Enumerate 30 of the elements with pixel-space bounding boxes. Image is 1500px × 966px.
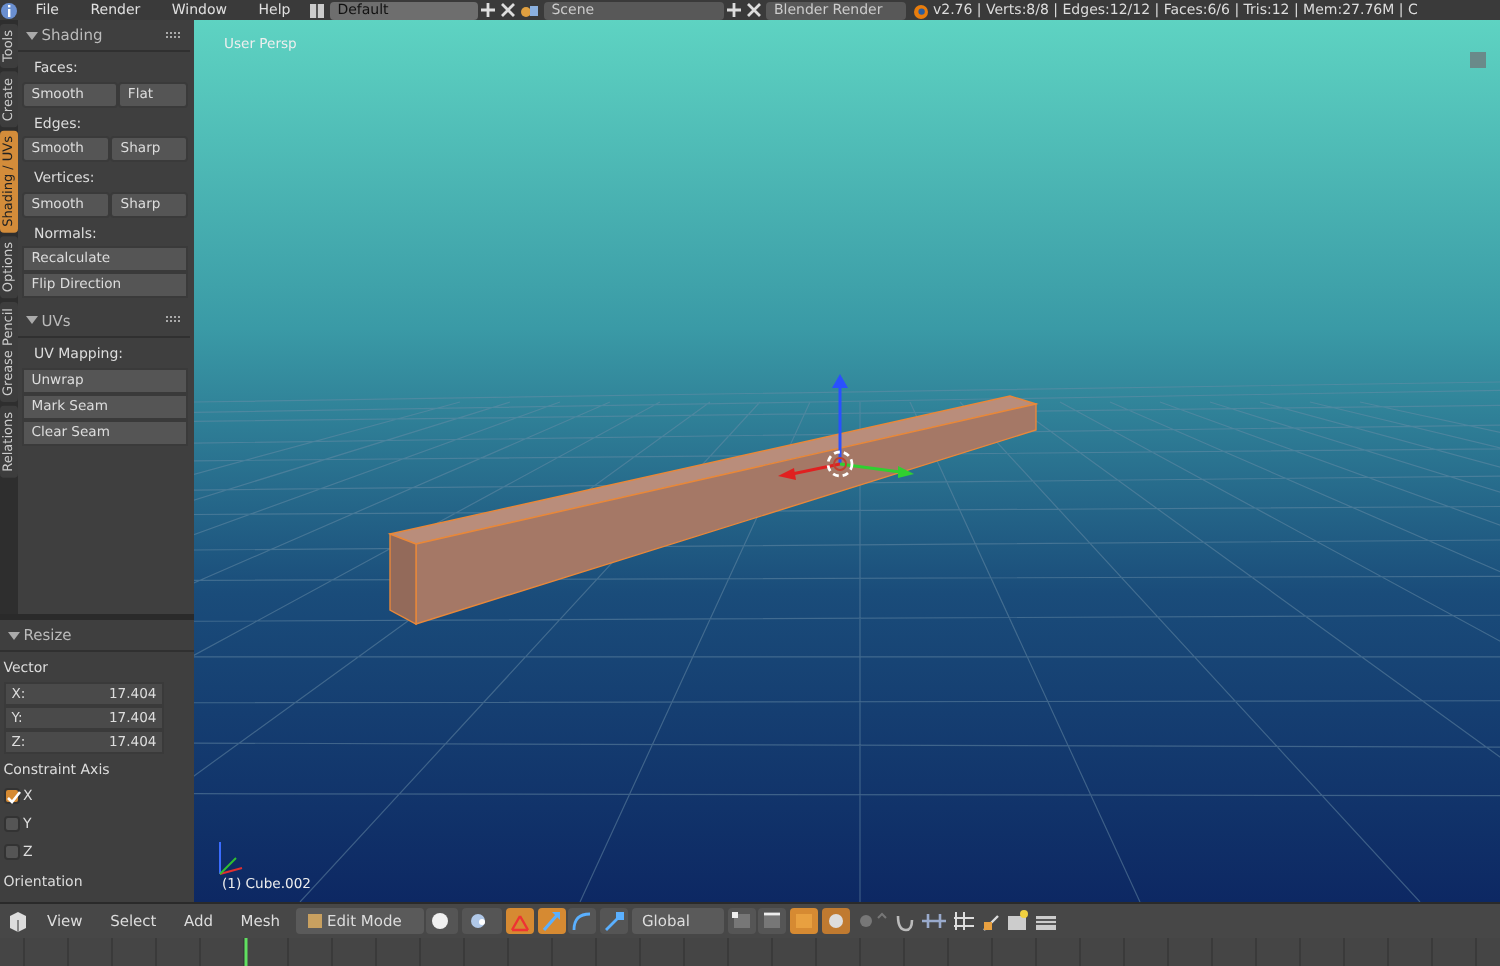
blender-logo-icon	[909, 1, 930, 19]
close-icon[interactable]	[746, 2, 763, 18]
add-icon[interactable]	[480, 2, 497, 18]
mode-icon	[305, 912, 324, 930]
manipulator-toggle-button[interactable]	[505, 908, 534, 934]
vertex-select-icon	[727, 908, 756, 934]
checkbox[interactable]	[3, 844, 20, 861]
opengl-render-icon[interactable]	[1006, 908, 1031, 934]
info-icon[interactable]	[0, 1, 18, 19]
snap-target-icon[interactable]	[951, 908, 976, 934]
transform-gizmo-drawing	[778, 374, 914, 480]
close-icon[interactable]	[500, 2, 517, 18]
add-icon[interactable]	[726, 2, 743, 18]
scene-icon[interactable]	[519, 1, 540, 19]
checkbox[interactable]	[3, 788, 20, 805]
expand-arrow-icon[interactable]	[8, 629, 20, 642]
select-face-mode-button[interactable]	[790, 908, 819, 934]
pivot-icon[interactable]	[462, 908, 503, 934]
screen-layout-icon[interactable]	[307, 1, 326, 19]
select-vertex-mode-button[interactable]	[727, 908, 756, 934]
expand-arrow-icon[interactable]	[26, 29, 38, 42]
manipulator-translate-button[interactable]	[537, 908, 566, 934]
manipulator-rotate-button[interactable]	[568, 908, 597, 934]
snap-element-icon[interactable]	[920, 908, 949, 934]
select-edge-mode-button[interactable]	[758, 908, 787, 934]
expand-arrow-icon[interactable]	[26, 314, 38, 327]
manipulator-scale-button[interactable]	[600, 908, 629, 934]
checkbox[interactable]	[3, 816, 20, 833]
axes-indicator-icon	[219, 841, 243, 875]
occlude-geometry-icon[interactable]	[821, 908, 850, 934]
